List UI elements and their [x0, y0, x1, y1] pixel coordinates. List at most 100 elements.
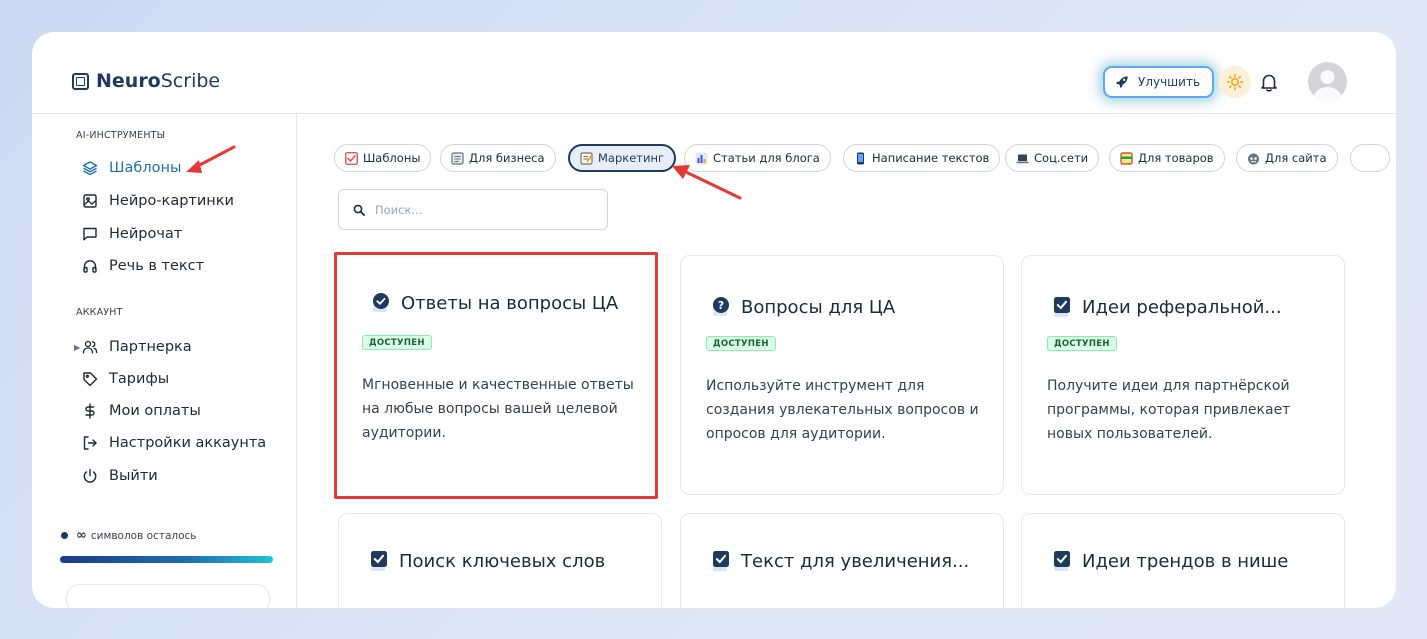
- card-description: Получите идеи для партнёрской программы,…: [1047, 378, 1291, 442]
- sidebar-item-neurochat[interactable]: Нейрочат: [82, 223, 182, 245]
- top-header: NeuroScribe Улучшить: [32, 32, 1396, 114]
- status-dot: [61, 532, 68, 539]
- chip-label: Для товаров: [1138, 151, 1214, 165]
- card-description: Мгновенные и качественные ответы на любы…: [362, 377, 634, 441]
- laptop-icon: [1016, 154, 1029, 163]
- user-icon: [1313, 70, 1342, 101]
- upgrade-button[interactable]: Улучшить: [1103, 66, 1215, 98]
- infinity-symbol: ∞: [76, 528, 87, 543]
- category-chips: Шаблоны Для бизнеса Маркетинг Статьи для…: [334, 142, 1396, 174]
- chip-label: Для сайта: [1265, 151, 1327, 165]
- chip-blog-articles[interactable]: Статьи для блога: [684, 144, 831, 172]
- card-title-text: Текст для увеличения...: [741, 550, 970, 572]
- upgrade-label: Улучшить: [1138, 75, 1201, 89]
- phone-icon: [857, 152, 864, 164]
- sidebar-item-label: Тарифы: [109, 371, 170, 387]
- template-card-audience-questions[interactable]: ? Вопросы для ЦА ДОСТУПЕН Используйте ин…: [680, 255, 1004, 495]
- headphones-icon: [83, 260, 97, 273]
- tag-icon: [83, 372, 98, 387]
- svg-text:?: ?: [718, 299, 724, 312]
- sidebar-item-label: Партнерка: [109, 339, 192, 355]
- sidebar-item-label: Мои оплаты: [109, 403, 201, 419]
- sidebar: AI-ИНСТРУМЕНТЫ Шаблоны Нейро-картинки Не…: [32, 114, 297, 608]
- card-title-text: Ответы на вопросы ЦА: [401, 292, 619, 314]
- chip-label: Шаблоны: [363, 151, 421, 165]
- login-icon: [83, 436, 97, 450]
- sidebar-item-neuro-images[interactable]: Нейро-картинки: [82, 190, 234, 212]
- chip-more[interactable]: [1350, 144, 1390, 172]
- sidebar-item-templates[interactable]: Шаблоны: [82, 157, 181, 179]
- search-box[interactable]: [338, 189, 608, 230]
- card-title: Идеи трендов в нише: [1052, 550, 1288, 572]
- sun-icon: [1226, 73, 1244, 91]
- sidebar-item-label: Нейрочат: [109, 226, 183, 242]
- question-icon: ?: [713, 297, 729, 316]
- card-title-text: Вопросы для ЦА: [741, 296, 896, 318]
- chip-label: Соц.сети: [1034, 151, 1089, 165]
- avatar[interactable]: [1308, 62, 1347, 101]
- sidebar-item-partners[interactable]: Партнерка: [82, 336, 192, 358]
- chip-templates[interactable]: Шаблоны: [334, 144, 432, 172]
- template-card-text-increase[interactable]: Текст для увеличения...: [680, 513, 1004, 608]
- layers-icon: [82, 161, 98, 176]
- checkbox-icon: [1054, 297, 1070, 317]
- theme-toggle-button[interactable]: [1219, 66, 1251, 98]
- status-badge: ДОСТУПЕН: [1047, 336, 1117, 351]
- chip-label: Для бизнеса: [469, 151, 545, 165]
- card-title-text: Идеи трендов в нише: [1082, 550, 1289, 572]
- status-badge: ДОСТУПЕН: [362, 335, 432, 350]
- sidebar-item-account-settings[interactable]: Настройки аккаунта: [82, 432, 266, 454]
- chip-text-writing[interactable]: Написание текстов: [843, 144, 1001, 172]
- app-window: NeuroScribe Улучшить AI-ИНСТРУМЕНТЫ Шабл…: [32, 32, 1396, 608]
- sidebar-item-label: Настройки аккаунта: [109, 435, 267, 451]
- sidebar-item-logout[interactable]: Выйти: [82, 465, 158, 487]
- sidebar-bottom-button[interactable]: [66, 584, 270, 608]
- card-title: Поиск ключевых слов: [369, 550, 605, 572]
- template-card-referral-ideas[interactable]: Идеи реферальной... ДОСТУПЕН Получите ид…: [1021, 255, 1345, 495]
- template-card-niche-trends[interactable]: Идеи трендов в нише: [1021, 513, 1345, 608]
- logo-bold: Neuro: [96, 70, 161, 92]
- card-title-text: Идеи реферальной...: [1082, 296, 1282, 318]
- rocket-icon: [1116, 76, 1128, 88]
- robot-icon: [1248, 153, 1259, 164]
- status-badge: ДОСТУПЕН: [706, 336, 776, 351]
- sidebar-item-tariffs[interactable]: Тарифы: [82, 368, 169, 390]
- chart-icon: [695, 152, 708, 164]
- section-label-tools: AI-ИНСТРУМЕНТЫ: [76, 130, 166, 141]
- clipboard-icon: [451, 151, 464, 165]
- image-icon: [83, 194, 97, 208]
- sidebar-item-label: Нейро-картинки: [109, 193, 234, 209]
- expand-caret-icon[interactable]: ▶: [74, 343, 80, 352]
- card-title: Ответы на вопросы ЦА: [371, 292, 618, 314]
- chip-label: Маркетинг: [598, 151, 665, 165]
- sidebar-item-payments[interactable]: Мои оплаты: [82, 400, 201, 422]
- chip-social[interactable]: Соц.сети: [1005, 144, 1100, 172]
- app-logo[interactable]: NeuroScribe: [72, 70, 220, 92]
- sidebar-item-label: Шаблоны: [109, 160, 182, 176]
- sidebar-item-label: Выйти: [109, 468, 158, 484]
- chip-label: Статьи для блога: [713, 151, 820, 165]
- memo-icon: [580, 151, 593, 165]
- template-card-audience-answers[interactable]: Ответы на вопросы ЦА ДОСТУПЕН Мгновенные…: [334, 252, 658, 499]
- characters-progress-bar: [60, 556, 273, 563]
- chat-icon: [83, 227, 97, 241]
- dollar-icon: [85, 403, 95, 419]
- template-card-keyword-search[interactable]: Поиск ключевых слов: [338, 513, 662, 608]
- card-title: Текст для увеличения...: [711, 550, 969, 572]
- chip-marketing[interactable]: Маркетинг: [568, 144, 677, 172]
- power-icon: [83, 468, 97, 483]
- chip-website[interactable]: Для сайта: [1236, 144, 1338, 172]
- chip-products[interactable]: Для товаров: [1109, 144, 1225, 172]
- characters-remaining: ∞ символов осталось: [61, 528, 196, 543]
- bell-icon[interactable]: [1258, 71, 1280, 93]
- card-description: Используйте инструмент для создания увле…: [706, 378, 979, 442]
- section-label-account: АККАУНТ: [76, 307, 123, 318]
- checkbox-icon: [371, 551, 387, 571]
- logo-icon: [72, 72, 89, 90]
- sidebar-item-speech-to-text[interactable]: Речь в текст: [82, 255, 204, 277]
- checkbox-icon: [1054, 551, 1070, 571]
- card-title-text: Поиск ключевых слов: [399, 550, 606, 572]
- search-input[interactable]: [375, 202, 575, 217]
- characters-remaining-label: символов осталось: [90, 529, 197, 542]
- chip-for-business[interactable]: Для бизнеса: [440, 144, 556, 172]
